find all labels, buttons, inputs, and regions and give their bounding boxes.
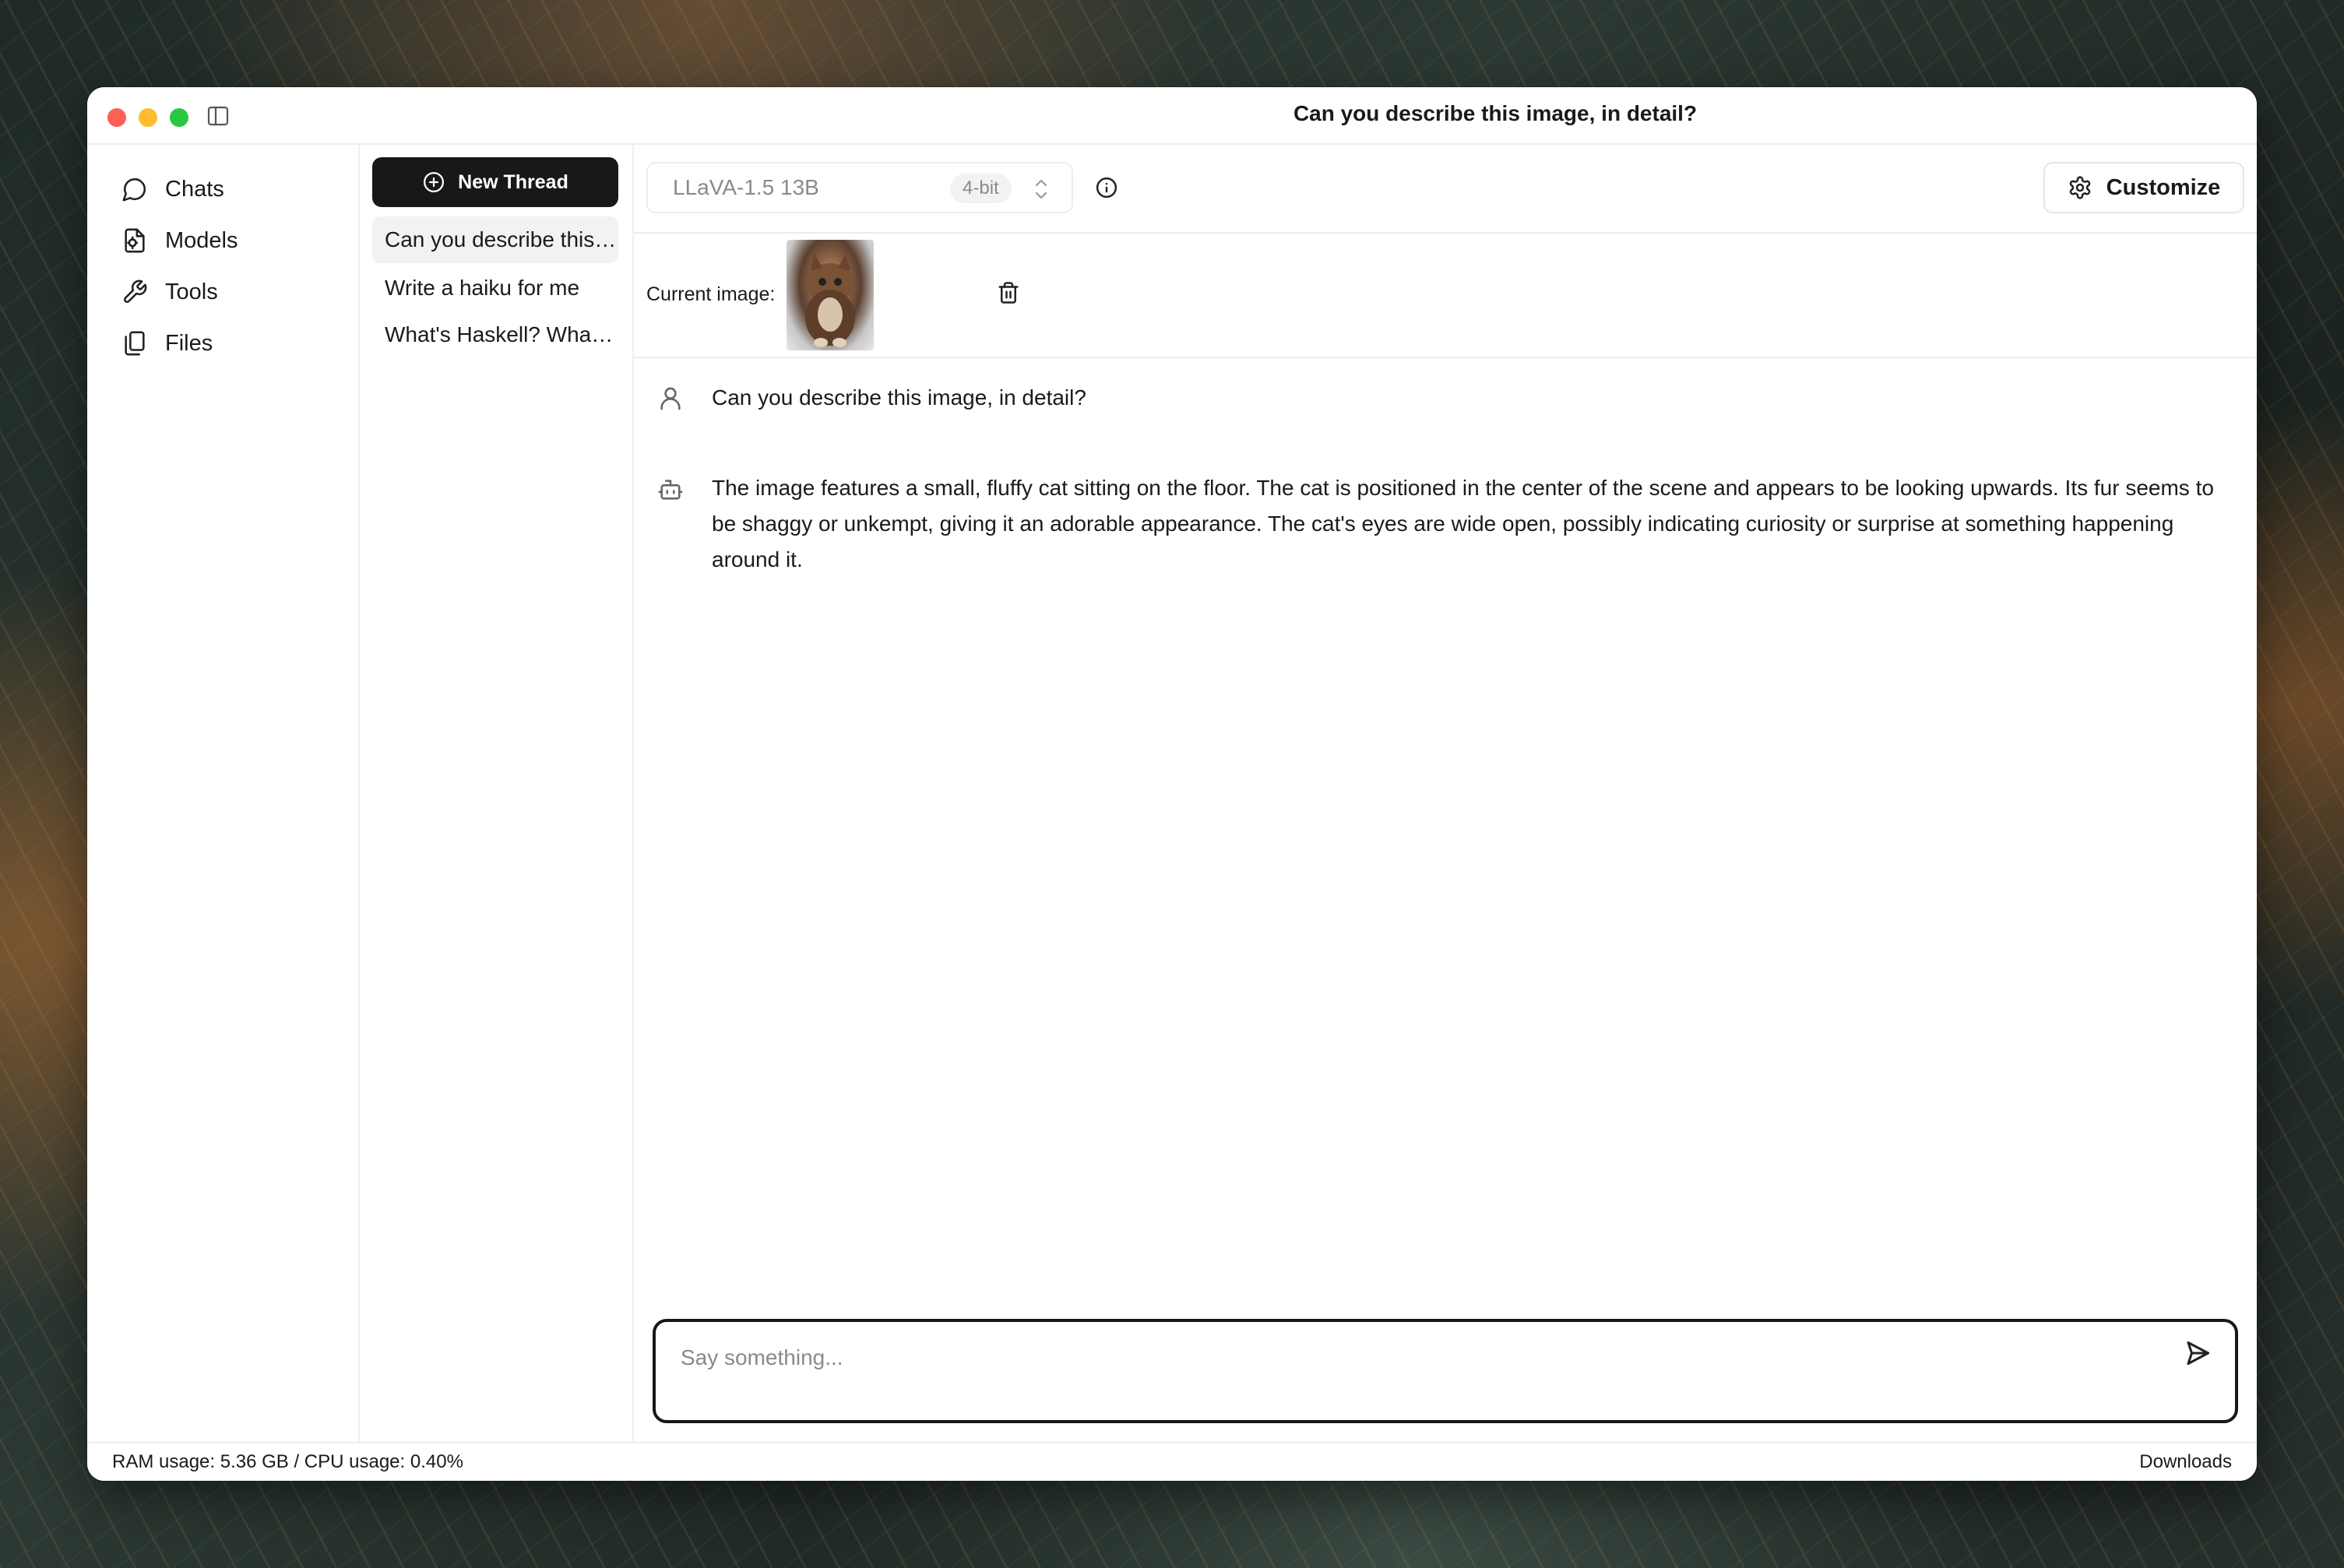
plus-circle-icon <box>424 172 445 192</box>
message-composer <box>653 1319 2238 1423</box>
nav-item-files[interactable]: Files <box>121 324 213 363</box>
nav-item-tools[interactable]: Tools <box>121 272 218 311</box>
model-selector[interactable]: LLaVA-1.5 13B 4-bit <box>646 162 1073 213</box>
files-icon <box>125 331 145 356</box>
nav-item-label: Models <box>165 227 238 253</box>
message-text: Can you describe this image, in detail? <box>712 385 1086 410</box>
main-navigation: Chats Models Tools Files <box>87 145 360 1443</box>
chat-bubble-icon <box>122 178 146 202</box>
current-image-bar: Current image: <box>634 234 2257 358</box>
customize-button[interactable]: Customize <box>2043 162 2244 213</box>
resource-usage: RAM usage: 5.36 GB / CPU usage: 0.40% <box>112 1451 463 1472</box>
cat-photo-icon <box>805 254 855 347</box>
nav-item-chats[interactable]: Chats <box>121 170 224 209</box>
message-input[interactable] <box>679 1339 2162 1376</box>
new-thread-label: New Thread <box>458 171 568 193</box>
user-icon <box>660 387 681 410</box>
gear-icon <box>2069 176 2090 199</box>
nav-item-label: Files <box>165 330 213 356</box>
current-image-thumbnail <box>787 240 874 350</box>
nav-item-models[interactable]: Models <box>121 221 238 260</box>
thread-item[interactable]: Write a haiku for me <box>372 265 618 311</box>
send-icon[interactable] <box>2184 1339 2212 1367</box>
model-name: LLaVA-1.5 13B <box>673 175 819 199</box>
customize-label: Customize <box>2106 174 2221 200</box>
thread-list: New Thread Can you describe this image, … <box>360 145 634 1443</box>
chat-area: LLaVA-1.5 13B 4-bit Customize Current im… <box>634 145 2257 1443</box>
downloads-link[interactable]: Downloads <box>2139 1451 2232 1473</box>
message-text: The image features a small, fluffy cat s… <box>712 476 2214 571</box>
thread-title: Write a haiku for me <box>385 276 580 300</box>
window-title: Can you describe this image, in detail? <box>1293 101 1698 125</box>
bot-icon <box>658 480 683 500</box>
new-thread-button[interactable]: New Thread <box>372 157 618 207</box>
thread-item[interactable]: What's Haskell? What is it used for? <box>372 311 618 358</box>
thread-item[interactable]: Can you describe this image, in detail? <box>372 216 618 263</box>
nav-item-label: Tools <box>165 279 218 304</box>
app-window: Can you describe this image, in detail? … <box>87 87 2257 1481</box>
chat-toolbar: LLaVA-1.5 13B 4-bit Customize <box>634 145 2257 234</box>
current-image-label: Current image: <box>646 283 776 305</box>
trash-icon[interactable] <box>997 280 1020 305</box>
info-icon[interactable] <box>1095 176 1118 199</box>
models-icon <box>125 228 145 253</box>
nav-item-label: Chats <box>165 176 224 202</box>
status-bar: RAM usage: 5.36 GB / CPU usage: 0.40% Do… <box>87 1442 2257 1481</box>
thread-title: Can you describe this image, in detail? <box>385 227 618 251</box>
quantization-badge: 4-bit <box>950 174 1012 203</box>
chevron-updown-icon <box>1035 179 1047 199</box>
title-bar: Can you describe this image, in detail? <box>87 87 2257 145</box>
wrench-icon <box>124 279 147 303</box>
thread-title: What's Haskell? What is it used for? <box>385 322 618 346</box>
